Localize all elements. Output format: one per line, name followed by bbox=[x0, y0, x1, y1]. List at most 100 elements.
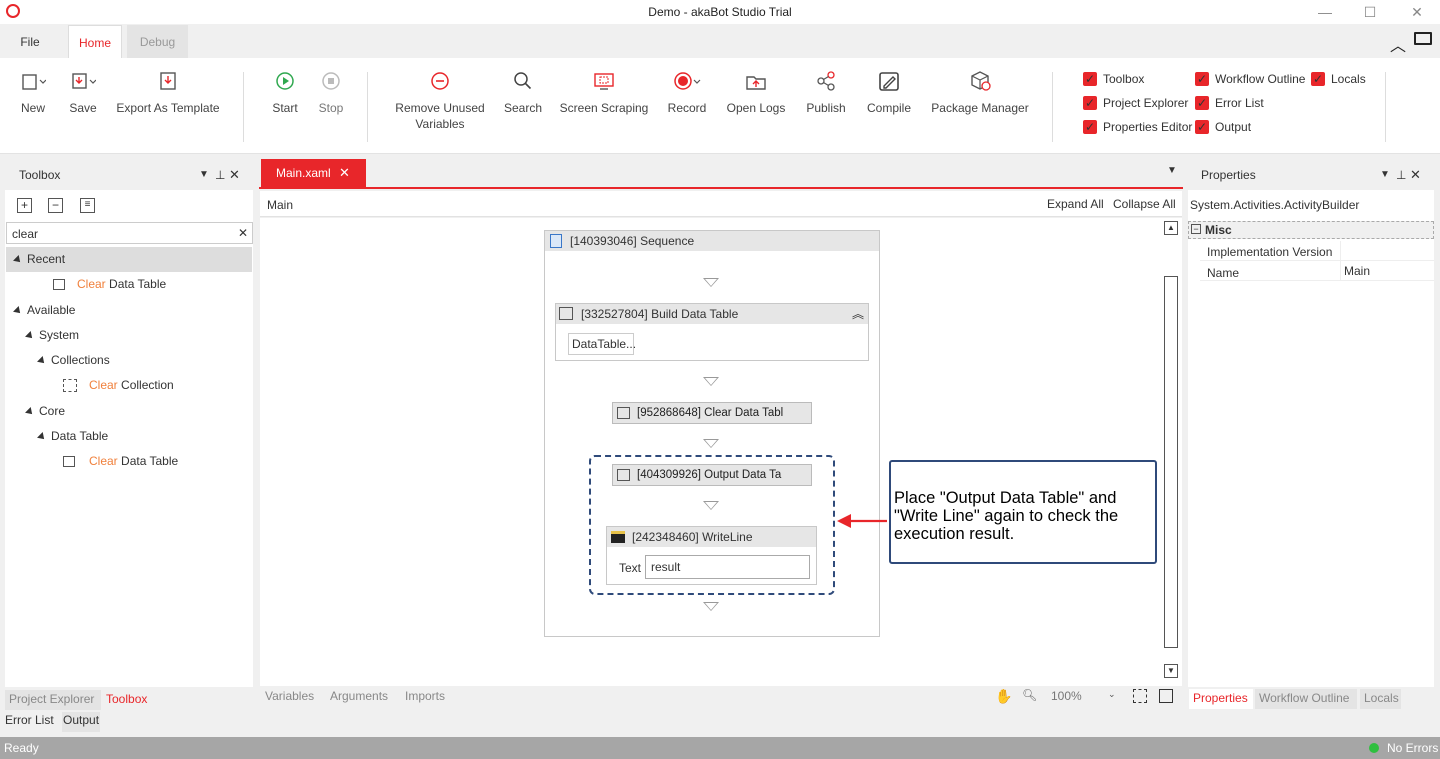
tab-main-xaml[interactable]: Main.xaml ✕ bbox=[261, 159, 366, 187]
pin-icon[interactable]: ⊥ bbox=[215, 160, 225, 190]
editor-bottom-bar: Variables Arguments Imports ✋ 🔍︎ 100% ⌄ bbox=[260, 686, 1182, 708]
tab-workflow-outline[interactable]: Workflow Outline bbox=[1255, 689, 1357, 709]
expand-all-icon[interactable]: + bbox=[17, 198, 32, 213]
tree-recent[interactable]: Recent bbox=[6, 247, 252, 272]
check-icon: ✓ bbox=[1195, 72, 1209, 86]
property-row[interactable]: Implementation Version bbox=[1200, 241, 1434, 261]
designer-header: Main Expand All Collapse All bbox=[260, 191, 1182, 217]
check-icon: ✓ bbox=[1083, 120, 1097, 134]
editor-tab-strip: Main.xaml ✕ ▼ bbox=[259, 157, 1183, 189]
pin-icon[interactable]: ⊥ bbox=[1396, 160, 1406, 190]
output-checkbox[interactable]: ✓ Output bbox=[1195, 118, 1251, 136]
clear-data-table-activity[interactable]: [952868648] Clear Data Tabl bbox=[612, 402, 812, 424]
tab-properties[interactable]: Properties bbox=[1189, 689, 1253, 709]
open-logs-button[interactable]: Open Logs bbox=[724, 68, 788, 116]
export-template-button[interactable]: Export As Template bbox=[114, 68, 222, 116]
clear-search-icon[interactable]: ✕ bbox=[238, 226, 248, 240]
tab-output[interactable]: Output bbox=[62, 712, 100, 732]
panel-menu-icon[interactable]: ▼ bbox=[199, 160, 209, 190]
close-tab-icon[interactable]: ✕ bbox=[339, 159, 350, 187]
properties-editor-checkbox[interactable]: ✓ Properties Editor bbox=[1083, 118, 1192, 136]
expand-all-link[interactable]: Expand All bbox=[1047, 197, 1104, 211]
screen-scraping-button[interactable]: Screen Scraping bbox=[559, 68, 649, 116]
misc-category[interactable]: − Misc bbox=[1188, 221, 1434, 239]
build-data-table-activity[interactable]: [332527804] Build Data Table ︽ DataTable… bbox=[555, 303, 869, 361]
new-button[interactable]: New bbox=[14, 68, 52, 116]
tree-item-clear-data-table[interactable]: Clear Data Table bbox=[63, 449, 178, 474]
zoom-dropdown-icon[interactable]: ⌄ bbox=[1108, 689, 1116, 700]
pan-hand-icon[interactable]: ✋ bbox=[995, 688, 1012, 705]
datatable-button[interactable]: DataTable... bbox=[568, 333, 636, 355]
record-icon bbox=[674, 72, 701, 90]
tab-home[interactable]: Home bbox=[68, 25, 122, 58]
remove-unused-variables-button[interactable]: Remove Unused Variables bbox=[392, 68, 488, 132]
collapse-all-icon[interactable]: − bbox=[48, 198, 63, 213]
build-data-table-title: [332527804] Build Data Table bbox=[581, 307, 739, 321]
window-title: Demo - akaBot Studio Trial bbox=[648, 5, 792, 19]
tab-arguments[interactable]: Arguments bbox=[330, 689, 388, 703]
toolbox-title: Toolbox bbox=[19, 168, 61, 182]
tab-toolbox[interactable]: Toolbox bbox=[106, 690, 147, 708]
play-icon bbox=[276, 72, 294, 90]
tab-debug[interactable]: Debug bbox=[127, 25, 188, 58]
tab-list-icon[interactable]: ▼ bbox=[1167, 165, 1177, 176]
collapse-all-link[interactable]: Collapse All bbox=[1113, 197, 1176, 211]
tree-item-clear-collection[interactable]: Clear Collection bbox=[63, 373, 174, 398]
tab-imports[interactable]: Imports bbox=[405, 689, 445, 703]
callout-text: Place "Output Data Table" and "Write Lin… bbox=[894, 489, 1119, 543]
collapse-category-icon[interactable]: − bbox=[1191, 224, 1201, 234]
tree-collections[interactable]: Collections bbox=[37, 348, 110, 373]
save-icon bbox=[72, 73, 96, 89]
locals-checkbox[interactable]: ✓ Locals bbox=[1311, 70, 1366, 88]
maximize-icon[interactable]: ☐ bbox=[1355, 2, 1385, 22]
error-list-checkbox[interactable]: ✓ Error List bbox=[1195, 94, 1264, 112]
panel-menu-icon[interactable]: ▼ bbox=[1380, 160, 1390, 190]
property-row[interactable]: Name Main bbox=[1200, 261, 1434, 281]
tree-available[interactable]: Available bbox=[13, 298, 75, 323]
tab-project-explorer[interactable]: Project Explorer bbox=[5, 690, 101, 710]
collapse-activity-icon[interactable]: ︽ bbox=[852, 304, 864, 324]
tab-file[interactable]: File bbox=[0, 25, 60, 58]
drop-arrow bbox=[703, 377, 719, 386]
close-icon[interactable]: ✕ bbox=[1402, 2, 1432, 22]
tab-error-list[interactable]: Error List bbox=[5, 712, 54, 728]
publish-button[interactable]: Publish bbox=[803, 68, 849, 116]
stop-button[interactable]: Stop bbox=[314, 68, 348, 116]
overview-icon[interactable] bbox=[1159, 689, 1173, 703]
data-table-icon bbox=[63, 456, 75, 468]
compile-button[interactable]: Compile bbox=[864, 68, 914, 116]
minimize-icon[interactable]: — bbox=[1310, 2, 1340, 22]
output-data-table-activity[interactable]: [404309926] Output Data Ta bbox=[612, 464, 812, 486]
record-button[interactable]: Record bbox=[664, 68, 710, 116]
tree-item-recent-clear-data-table[interactable]: Clear Data Table bbox=[53, 272, 166, 297]
tree-data-table[interactable]: Data Table bbox=[37, 424, 108, 449]
list-view-icon[interactable]: ≡ bbox=[80, 198, 95, 213]
zoom-level[interactable]: 100% bbox=[1051, 689, 1082, 703]
check-icon: ✓ bbox=[1195, 120, 1209, 134]
tab-variables[interactable]: Variables bbox=[265, 689, 314, 703]
scrollbar-vertical[interactable]: ▲ ▼ bbox=[1163, 218, 1179, 680]
zoom-icon[interactable]: 🔍︎ bbox=[1022, 688, 1037, 702]
package-manager-button[interactable]: Package Manager bbox=[928, 68, 1032, 116]
tree-core[interactable]: Core bbox=[25, 399, 65, 424]
separator bbox=[367, 72, 368, 142]
close-panel-icon[interactable]: ✕ bbox=[1410, 160, 1421, 190]
close-panel-icon[interactable]: ✕ bbox=[229, 160, 240, 190]
text-input[interactable]: result bbox=[645, 555, 810, 579]
workflow-outline-checkbox[interactable]: ✓ Workflow Outline bbox=[1195, 70, 1305, 88]
check-icon: ✓ bbox=[1195, 96, 1209, 110]
chat-icon[interactable] bbox=[1414, 32, 1432, 45]
fit-screen-icon[interactable] bbox=[1133, 689, 1147, 703]
tree-system[interactable]: System bbox=[25, 323, 79, 348]
save-button[interactable]: Save bbox=[64, 68, 102, 116]
project-explorer-checkbox[interactable]: ✓ Project Explorer bbox=[1083, 94, 1188, 112]
search-button[interactable]: Search bbox=[502, 68, 544, 116]
collapse-ribbon-icon[interactable]: ︿ bbox=[1390, 32, 1406, 56]
new-file-icon bbox=[22, 74, 46, 90]
breadcrumb[interactable]: Main bbox=[267, 198, 293, 212]
toolbox-search-input[interactable]: clear ✕ bbox=[6, 222, 253, 244]
tab-locals[interactable]: Locals bbox=[1360, 689, 1401, 709]
toolbox-checkbox[interactable]: ✓ Toolbox bbox=[1083, 70, 1144, 88]
start-button[interactable]: Start bbox=[268, 68, 302, 116]
writeline-activity[interactable]: [242348460] WriteLine Text result bbox=[606, 526, 817, 585]
